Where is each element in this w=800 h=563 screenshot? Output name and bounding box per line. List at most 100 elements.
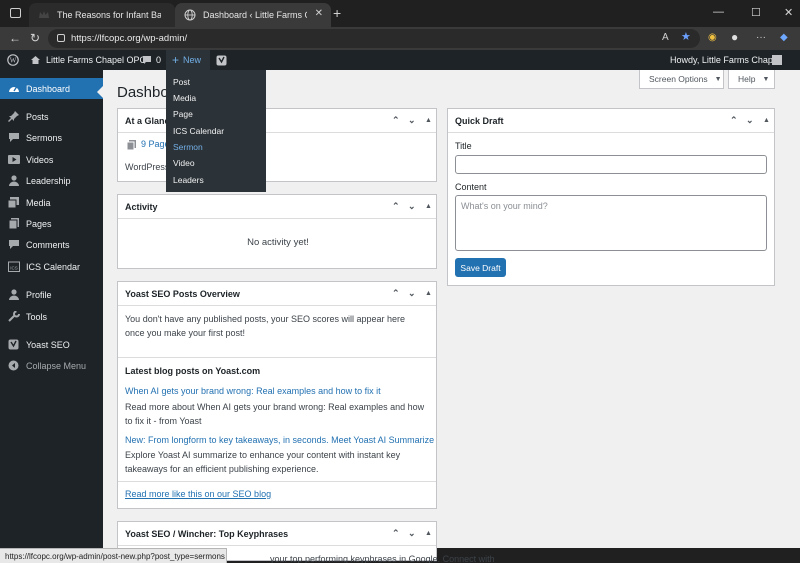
move-down-icon[interactable]: ⌄ (408, 201, 416, 212)
tab-actions-icon[interactable] (10, 8, 21, 18)
extension-icon[interactable]: ◉ (708, 32, 717, 43)
lock-icon (57, 34, 65, 42)
yoast-posts-overview-widget: Yoast SEO Posts Overview ⌃ ⌄ ▲ You don't… (117, 281, 437, 509)
new-page-item[interactable]: Page (173, 109, 193, 119)
new-sermon-item[interactable]: Sermon (173, 142, 203, 152)
sidebar-item-label: Leadership (26, 175, 71, 186)
wrench-icon (8, 310, 20, 322)
new-media-item[interactable]: Media (173, 93, 196, 103)
latest-posts-heading: Latest blog posts on Yoast.com (125, 366, 261, 376)
user-avatar-icon[interactable] (772, 50, 782, 70)
sidebar-item-profile[interactable]: Profile (0, 284, 103, 305)
new-post-item[interactable]: Post (173, 77, 190, 87)
sidebar-item-label: Dashboard (26, 83, 71, 94)
title-label: Title (455, 141, 472, 151)
move-down-icon[interactable]: ⌄ (408, 288, 416, 299)
new-tab-icon[interactable]: + (333, 5, 341, 21)
at-a-glance-widget: At a Glance ⌃ ⌄ ▲ 9 Pages WordPress (117, 108, 437, 182)
profile-avatar-icon[interactable]: ● (731, 30, 738, 44)
address-bar[interactable]: https://lfcopc.org/wp-admin/ (48, 29, 700, 48)
comments-icon[interactable] (142, 50, 152, 70)
toggle-panel-icon[interactable]: ▲ (425, 530, 432, 537)
sidebar-item-label: Comments (26, 239, 70, 250)
sidebar-item-videos[interactable]: Videos (0, 149, 103, 170)
sidebar-item-label: Profile (26, 289, 52, 300)
browser-tab-2[interactable]: Dashboard ‹ Little Farms Chapel O... ✕ (175, 3, 331, 27)
comments-count[interactable]: 0 (156, 50, 161, 70)
draft-title-input[interactable] (455, 155, 767, 174)
toggle-panel-icon[interactable]: ▲ (425, 290, 432, 297)
sidebar-item-tools[interactable]: Tools (0, 306, 103, 327)
sidebar-item-media[interactable]: Media (0, 192, 103, 213)
move-up-icon[interactable]: ⌃ (392, 288, 400, 299)
toggle-panel-icon[interactable]: ▲ (425, 203, 432, 210)
close-window-icon[interactable]: ✕ (784, 6, 793, 19)
copilot-icon[interactable]: ◆ (780, 32, 788, 43)
sidebar-item-label: Sermons (26, 132, 63, 143)
pages-icon (8, 218, 20, 230)
home-icon[interactable] (30, 50, 41, 70)
new-content-menu[interactable]: + New (166, 50, 210, 70)
new-ics-calendar-item[interactable]: ICS Calendar (173, 126, 224, 136)
toggle-panel-icon[interactable]: ▲ (425, 117, 432, 124)
divider (118, 481, 436, 482)
widget-header: Activity ⌃ ⌄ ▲ (118, 195, 436, 219)
blog-post-link[interactable]: When AI gets your brand wrong: Real exam… (125, 385, 430, 399)
howdy-user-link[interactable]: Howdy, Little Farms Chapel (670, 50, 780, 70)
sidebar-item-pages[interactable]: Pages (0, 213, 103, 234)
blog-post-excerpt: Explore Yoast AI summarize to enhance yo… (125, 450, 401, 474)
quick-draft-widget: Quick Draft ⌃ ⌄ ▲ Title Content What's o… (447, 108, 775, 286)
new-leaders-item[interactable]: Leaders (173, 175, 204, 185)
toggle-panel-icon[interactable]: ▲ (763, 117, 770, 124)
yoast-icon[interactable] (210, 50, 232, 70)
read-more-link[interactable]: Read more like this on our SEO blog (125, 488, 271, 502)
move-down-icon[interactable]: ⌄ (408, 115, 416, 126)
admin-sidebar: Dashboard Posts Sermons Videos Leadershi… (0, 70, 103, 563)
activity-widget: Activity ⌃ ⌄ ▲ No activity yet! (117, 194, 437, 269)
sidebar-item-label: Collapse Menu (26, 360, 87, 371)
speech-icon (8, 132, 20, 143)
back-icon[interactable]: ← (9, 31, 21, 45)
sidebar-item-comments[interactable]: Comments (0, 234, 103, 255)
sidebar-item-ics-calendar[interactable]: ICS ICS Calendar (0, 256, 103, 277)
move-up-icon[interactable]: ⌃ (730, 115, 738, 126)
move-down-icon[interactable]: ⌄ (746, 115, 754, 126)
browser-tab-1[interactable]: The Reasons for Infant Baptism | ... (29, 3, 175, 27)
more-icon[interactable]: ··· (756, 32, 766, 43)
draft-content-textarea[interactable]: What's on your mind? (455, 195, 767, 251)
save-draft-button[interactable]: Save Draft (455, 258, 506, 277)
sidebar-item-leadership[interactable]: Leadership (0, 170, 103, 191)
minimize-icon[interactable]: — (713, 6, 724, 18)
maximize-icon[interactable]: ☐ (751, 6, 761, 19)
comments-icon (8, 239, 20, 250)
link-status-bar: https://lfcopc.org/wp-admin/post-new.php… (0, 548, 227, 563)
sidebar-item-posts[interactable]: Posts (0, 106, 103, 127)
pin-icon (8, 111, 20, 122)
sidebar-item-sermons[interactable]: Sermons (0, 127, 103, 148)
move-up-icon[interactable]: ⌃ (392, 115, 400, 126)
move-up-icon[interactable]: ⌃ (392, 201, 400, 212)
wordpress-logo-icon[interactable]: W (7, 50, 19, 70)
favorite-star-icon[interactable]: ★ (681, 30, 691, 43)
address-row: ← ↻ https://lfcopc.org/wp-admin/ A ★ ◉ ●… (0, 27, 800, 50)
site-name-link[interactable]: Little Farms Chapel OPC (46, 50, 146, 70)
plus-icon: + (172, 53, 180, 67)
help-button[interactable]: Help ▼ (728, 70, 775, 89)
content-label: Content (455, 182, 487, 192)
sidebar-item-dashboard[interactable]: Dashboard (0, 78, 103, 99)
tab-strip: The Reasons for Infant Baptism | ... Das… (0, 0, 800, 27)
read-aloud-icon[interactable]: A (662, 32, 669, 43)
reload-icon[interactable]: ↻ (30, 31, 40, 45)
collapse-menu-button[interactable]: Collapse Menu (0, 355, 103, 376)
new-video-item[interactable]: Video (173, 158, 195, 168)
blog-post-link[interactable]: New: From longform to key takeaways, in … (125, 434, 437, 448)
screen-options-button[interactable]: Screen Options ▼ (639, 70, 724, 89)
sidebar-item-label: Media (26, 197, 51, 208)
close-tab-icon[interactable]: ✕ (315, 8, 323, 19)
sidebar-item-label: Posts (26, 111, 49, 122)
widget-header: Yoast SEO Posts Overview ⌃ ⌄ ▲ (118, 282, 436, 306)
move-up-icon[interactable]: ⌃ (392, 528, 400, 539)
globe-favicon-icon (184, 9, 196, 21)
sidebar-item-yoast-seo[interactable]: Yoast SEO (0, 334, 103, 355)
move-down-icon[interactable]: ⌄ (408, 528, 416, 539)
